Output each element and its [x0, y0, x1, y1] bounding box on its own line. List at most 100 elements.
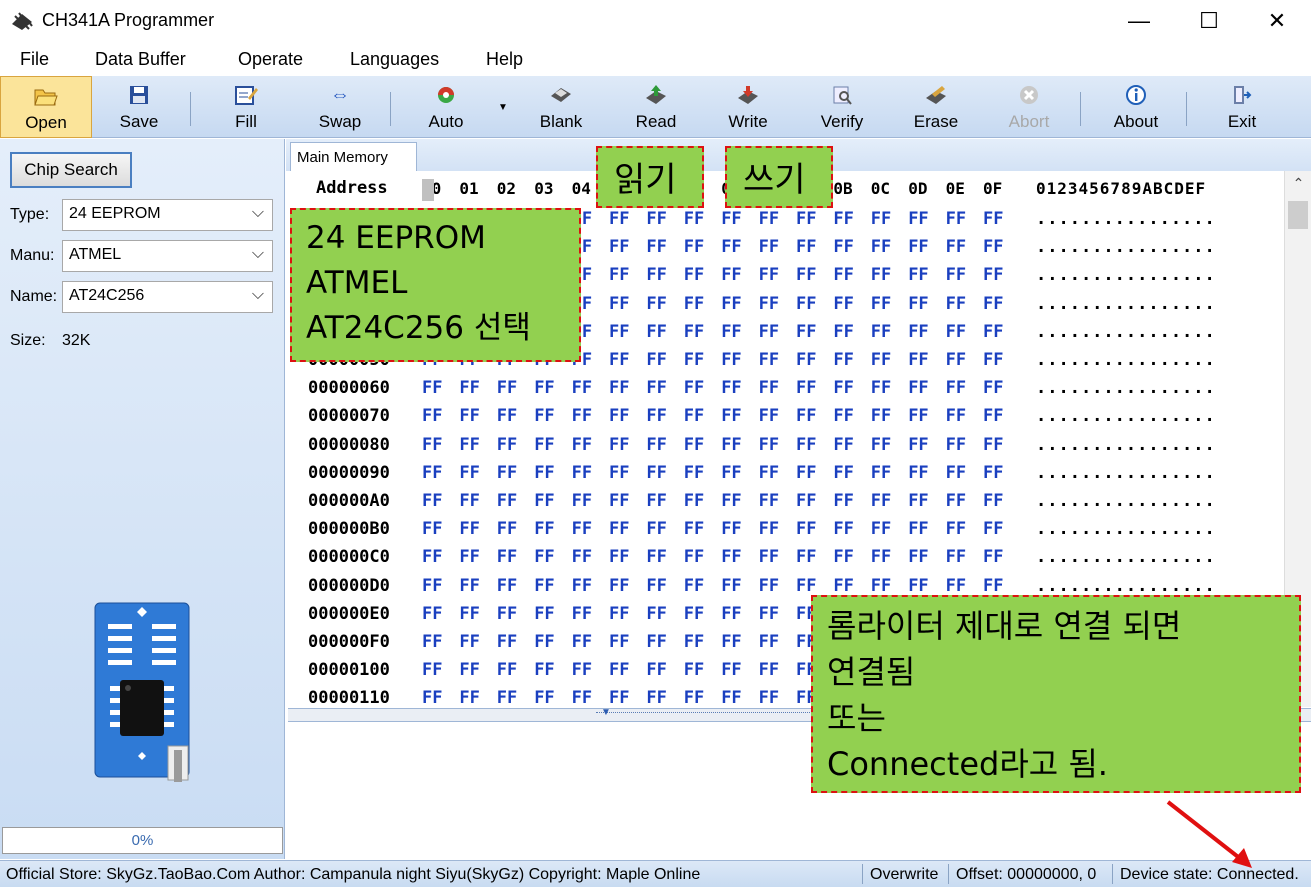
hex-byte[interactable]: FF — [946, 237, 966, 257]
hex-byte[interactable]: FF — [572, 688, 592, 707]
hex-byte[interactable]: FF — [422, 688, 442, 707]
hex-byte[interactable]: FF — [609, 660, 629, 680]
hex-byte[interactable]: FF — [609, 604, 629, 624]
ascii-cell[interactable]: ................ — [1036, 294, 1216, 314]
hex-byte[interactable]: FF — [497, 547, 517, 567]
hex-byte[interactable]: FF — [908, 406, 928, 426]
blank-button[interactable]: Blank — [534, 76, 588, 138]
hex-byte[interactable]: FF — [871, 519, 891, 539]
hex-byte[interactable]: FF — [684, 350, 704, 370]
hex-byte[interactable]: FF — [833, 406, 853, 426]
hex-byte[interactable]: FF — [459, 491, 479, 511]
hex-byte[interactable]: FF — [684, 435, 704, 455]
hex-byte[interactable]: FF — [908, 378, 928, 398]
hex-byte[interactable]: FF — [422, 519, 442, 539]
hex-row[interactable]: 000000B0 FF FF FF FF FF FF FF FF FF FF FF FF FF FF FF FF… — [288, 514, 1284, 542]
abort-button[interactable]: Abort — [1004, 76, 1054, 138]
erase-button[interactable]: Erase — [908, 76, 964, 138]
hex-byte[interactable]: FF — [572, 660, 592, 680]
hex-byte[interactable]: FF — [422, 604, 442, 624]
ascii-cell[interactable]: ................ — [1036, 209, 1216, 229]
hex-byte[interactable]: FF — [422, 378, 442, 398]
hex-byte[interactable]: FF — [609, 322, 629, 342]
hex-byte[interactable]: FF — [759, 406, 779, 426]
hex-byte[interactable]: FF — [946, 322, 966, 342]
hex-byte[interactable]: FF — [422, 547, 442, 567]
hex-byte[interactable]: FF — [459, 547, 479, 567]
hex-byte[interactable]: FF — [721, 519, 741, 539]
hex-byte[interactable]: FF — [459, 378, 479, 398]
ascii-cell[interactable]: ................ — [1036, 576, 1216, 596]
hex-byte[interactable]: FF — [833, 547, 853, 567]
hex-byte[interactable]: FF — [833, 322, 853, 342]
hex-byte[interactable]: FF — [759, 604, 779, 624]
menu-data-buffer[interactable]: Data Buffer — [95, 49, 186, 70]
hex-byte[interactable]: FF — [796, 547, 816, 567]
hex-byte[interactable]: FF — [871, 463, 891, 483]
hex-byte[interactable]: FF — [459, 660, 479, 680]
hex-byte[interactable]: FF — [759, 463, 779, 483]
hex-byte[interactable]: FF — [871, 209, 891, 229]
hex-byte[interactable]: FF — [534, 378, 554, 398]
hex-byte[interactable]: FF — [983, 322, 1003, 342]
hex-row[interactable]: 00000090 FF FF FF FF FF FF FF FF FF FF FF FF FF FF FF FF… — [288, 458, 1284, 486]
hex-byte[interactable]: FF — [609, 350, 629, 370]
hex-byte[interactable]: FF — [646, 265, 666, 285]
hex-byte[interactable]: FF — [721, 604, 741, 624]
hex-byte[interactable]: FF — [572, 519, 592, 539]
hex-byte[interactable]: FF — [422, 435, 442, 455]
hex-byte[interactable]: FF — [983, 209, 1003, 229]
hex-byte[interactable]: FF — [422, 632, 442, 652]
hex-byte[interactable]: FF — [609, 519, 629, 539]
hex-byte[interactable]: FF — [646, 632, 666, 652]
hex-byte[interactable]: FF — [534, 660, 554, 680]
hex-byte[interactable]: FF — [534, 491, 554, 511]
hex-byte[interactable]: FF — [983, 547, 1003, 567]
hex-byte[interactable]: FF — [759, 378, 779, 398]
hex-byte[interactable]: FF — [646, 322, 666, 342]
menu-operate[interactable]: Operate — [238, 49, 303, 70]
hex-byte[interactable]: FF — [908, 463, 928, 483]
hex-byte[interactable]: FF — [646, 435, 666, 455]
hex-byte[interactable]: FF — [422, 660, 442, 680]
hex-byte[interactable]: FF — [983, 463, 1003, 483]
hex-byte[interactable]: FF — [497, 435, 517, 455]
hex-byte[interactable]: FF — [871, 576, 891, 596]
hex-byte[interactable]: FF — [684, 632, 704, 652]
hex-byte[interactable]: FF — [422, 576, 442, 596]
hex-byte[interactable]: FF — [459, 604, 479, 624]
hex-byte[interactable]: FF — [572, 463, 592, 483]
maximize-button[interactable]: ☐ — [1174, 0, 1244, 42]
hex-byte[interactable]: FF — [796, 378, 816, 398]
hex-byte[interactable]: FF — [983, 491, 1003, 511]
hex-byte[interactable]: FF — [534, 463, 554, 483]
hex-byte[interactable]: FF — [459, 576, 479, 596]
ascii-cell[interactable]: ................ — [1036, 547, 1216, 567]
hex-byte[interactable]: FF — [759, 547, 779, 567]
hex-byte[interactable]: FF — [497, 519, 517, 539]
hex-byte[interactable]: FF — [459, 519, 479, 539]
hex-byte[interactable]: FF — [946, 294, 966, 314]
hex-byte[interactable]: FF — [721, 463, 741, 483]
hex-byte[interactable]: FF — [721, 406, 741, 426]
hex-byte[interactable]: FF — [946, 519, 966, 539]
hex-byte[interactable]: FF — [871, 547, 891, 567]
hex-byte[interactable]: FF — [609, 632, 629, 652]
hex-byte[interactable]: FF — [497, 660, 517, 680]
swap-button[interactable]: ⇔ Swap — [312, 76, 368, 138]
hex-byte[interactable]: FF — [534, 632, 554, 652]
hex-byte[interactable]: FF — [684, 322, 704, 342]
hex-byte[interactable]: FF — [946, 406, 966, 426]
hex-byte[interactable]: FF — [796, 294, 816, 314]
hex-byte[interactable]: FF — [983, 435, 1003, 455]
hex-byte[interactable]: FF — [946, 350, 966, 370]
hex-byte[interactable]: FF — [721, 576, 741, 596]
hex-byte[interactable]: FF — [871, 491, 891, 511]
hex-byte[interactable]: FF — [796, 322, 816, 342]
ascii-cell[interactable]: ................ — [1036, 322, 1216, 342]
hex-byte[interactable]: FF — [871, 406, 891, 426]
hex-byte[interactable]: FF — [721, 378, 741, 398]
hex-byte[interactable]: FF — [908, 265, 928, 285]
hex-byte[interactable]: FF — [646, 209, 666, 229]
hex-byte[interactable]: FF — [833, 350, 853, 370]
